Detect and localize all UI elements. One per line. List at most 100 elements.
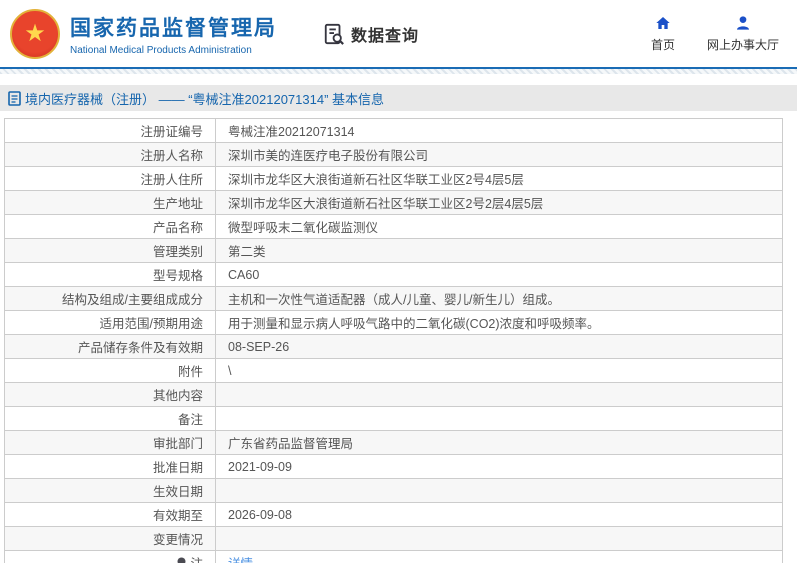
nav-home-label: 首页: [650, 37, 675, 52]
field-value-text: 08-SEP-26: [228, 339, 290, 354]
nav-service-hall-label: 网上办事大厅: [706, 37, 779, 52]
field-label-text: 有效期至: [152, 509, 203, 523]
top-nav: 首页 网上办事大厅: [651, 15, 779, 53]
field-value-text: 2026-09-08: [228, 507, 292, 522]
header: ★ 国家药品监督管理局 National Medical Products Ad…: [0, 0, 797, 67]
table-row: 生效日期: [4, 478, 783, 503]
field-value: 深圳市龙华区大浪街道新石社区华联工业区2号4层5层: [215, 166, 783, 191]
field-label-text: 产品储存条件及有效期: [77, 341, 203, 355]
nav-home[interactable]: 首页: [651, 15, 675, 53]
field-label: 管理类别: [4, 238, 216, 263]
field-value: 08-SEP-26: [215, 334, 783, 359]
header-hatch-strip: [0, 69, 797, 74]
field-label-text: 备注: [177, 413, 203, 427]
table-row: 有效期至 2026-09-08: [4, 502, 783, 527]
field-value: [215, 526, 783, 551]
field-value-text: 2021-09-09: [228, 459, 292, 474]
field-label: 适用范围/预期用途: [4, 310, 216, 335]
field-label: 结构及组成/主要组成成分: [4, 286, 216, 311]
field-label: 产品名称: [4, 214, 216, 239]
field-label: 批准日期: [4, 454, 216, 479]
nav-service-hall[interactable]: 网上办事大厅: [707, 15, 779, 53]
field-value: 详情: [215, 550, 783, 563]
field-label: 型号规格: [4, 262, 216, 287]
table-row: 批准日期 2021-09-09: [4, 454, 783, 479]
field-value: 微型呼吸末二氧化碳监测仪: [215, 214, 783, 239]
field-value: 深圳市美的连医疗电子股份有限公司: [215, 142, 783, 167]
field-label-text: 其他内容: [152, 389, 203, 403]
table-row: 注册证编号 粤械注准20212071314: [4, 118, 783, 143]
field-label-text: 注册人名称: [140, 149, 203, 163]
table-row: 注册人住所 深圳市龙华区大浪街道新石社区华联工业区2号4层5层: [4, 166, 783, 191]
document-search-icon: [324, 23, 344, 45]
field-label-text: 适用范围/预期用途: [99, 317, 203, 331]
detail-link[interactable]: 详情: [228, 557, 253, 563]
field-value-text: 微型呼吸末二氧化碳监测仪: [228, 221, 379, 235]
field-value-text: 第二类: [228, 245, 266, 259]
field-label-text: 管理类别: [152, 245, 203, 259]
field-value: 2026-09-08: [215, 502, 783, 527]
table-row: 附件 \: [4, 358, 783, 383]
table-row: 产品储存条件及有效期 08-SEP-26: [4, 334, 783, 359]
table-row: 产品名称 微型呼吸末二氧化碳监测仪: [4, 214, 783, 239]
field-label: 其他内容: [4, 382, 216, 407]
field-label-text: 审批部门: [152, 437, 203, 451]
table-row: 生产地址 深圳市龙华区大浪街道新石社区华联工业区2号2层4层5层: [4, 190, 783, 215]
table-row: 变更情况: [4, 526, 783, 551]
field-label: 生产地址: [4, 190, 216, 215]
title-bar: 境内医疗器械（注册） —— “粤械注准20212071314” 基本信息: [0, 85, 797, 111]
field-value: 用于测量和显示病人呼吸气路中的二氧化碳(CO2)浓度和呼吸频率。: [215, 310, 783, 335]
field-label: 审批部门: [4, 430, 216, 455]
field-value-text: 粤械注准20212071314: [228, 125, 355, 139]
org-name-cn: 国家药品监督管理局: [70, 16, 277, 40]
field-label-text: 产品名称: [152, 221, 203, 235]
registration-info-table: 注册证编号 粤械注准20212071314 注册人名称 深圳市美的连医疗电子股份…: [4, 118, 783, 563]
bulb-icon: [177, 557, 186, 563]
table-row: 管理类别 第二类: [4, 238, 783, 263]
field-value-text: 深圳市美的连医疗电子股份有限公司: [228, 149, 429, 163]
field-label: 注册人名称: [4, 142, 216, 167]
field-value: 第二类: [215, 238, 783, 263]
table-row: 备注: [4, 406, 783, 431]
field-value: [215, 382, 783, 407]
field-label-text: 生产地址: [152, 197, 203, 211]
field-label-text: 型号规格: [152, 269, 203, 283]
table-row: 型号规格 CA60: [4, 262, 783, 287]
field-value: 2021-09-09: [215, 454, 783, 479]
field-label: 变更情况: [4, 526, 216, 551]
field-label: 产品储存条件及有效期: [4, 334, 216, 359]
field-label-text: 注册证编号: [140, 125, 203, 139]
national-emblem-icon: ★: [10, 8, 60, 59]
page-title: 境内医疗器械（注册） —— “粤械注准20212071314” 基本信息: [25, 91, 385, 107]
field-label: 附件: [4, 358, 216, 383]
field-value: 主机和一次性气道适配器（成人/儿童、婴儿/新生儿）组成。: [215, 286, 783, 311]
document-icon: [8, 90, 21, 106]
field-label-text: 注册人住所: [140, 173, 203, 187]
field-value-text: 主机和一次性气道适配器（成人/儿童、婴儿/新生儿）组成。: [228, 293, 560, 307]
data-query-label: 数据查询: [351, 27, 420, 45]
user-icon: [736, 15, 749, 30]
table-row: 适用范围/预期用途 用于测量和显示病人呼吸气路中的二氧化碳(CO2)浓度和呼吸频…: [4, 310, 783, 335]
field-label-text: 批准日期: [152, 461, 203, 475]
field-value: 广东省药品监督管理局: [215, 430, 783, 455]
field-value: [215, 406, 783, 431]
field-value: \: [215, 358, 783, 383]
data-query-section: 数据查询: [323, 22, 419, 46]
table-row: 其他内容: [4, 382, 783, 407]
field-label-text: 注: [190, 557, 203, 563]
table-row: 结构及组成/主要组成成分 主机和一次性气道适配器（成人/儿童、婴儿/新生儿）组成…: [4, 286, 783, 311]
field-value-text: 深圳市龙华区大浪街道新石社区华联工业区2号2层4层5层: [228, 197, 544, 211]
field-value-text: 深圳市龙华区大浪街道新石社区华联工业区2号4层5层: [228, 173, 524, 187]
field-value: 粤械注准20212071314: [215, 118, 783, 143]
field-label: 注: [4, 550, 216, 563]
field-value-text: \: [228, 363, 232, 378]
field-label: 注册人住所: [4, 166, 216, 191]
nmpa-logo: ★ 国家药品监督管理局 National Medical Products Ad…: [10, 8, 277, 59]
table-row: 注册人名称 深圳市美的连医疗电子股份有限公司: [4, 142, 783, 167]
home-icon: [656, 16, 670, 29]
table-row: 注 详情: [4, 550, 783, 563]
field-label: 有效期至: [4, 502, 216, 527]
field-label-text: 附件: [177, 365, 203, 379]
field-value-text: 用于测量和显示病人呼吸气路中的二氧化碳(CO2)浓度和呼吸频率。: [228, 317, 600, 331]
field-value: 深圳市龙华区大浪街道新石社区华联工业区2号2层4层5层: [215, 190, 783, 215]
